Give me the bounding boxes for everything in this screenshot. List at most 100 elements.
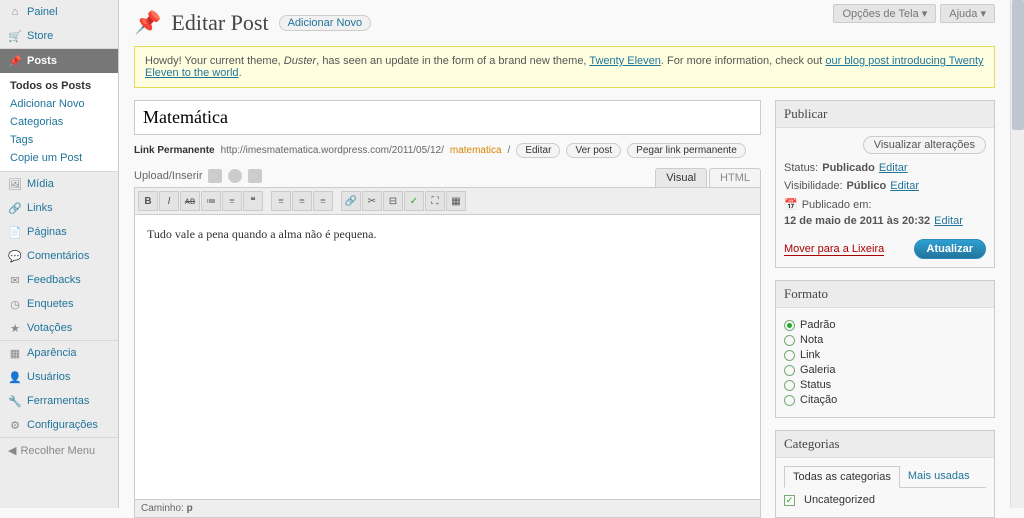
italic-button[interactable]: I <box>159 191 179 211</box>
sidebar-item-aparencia[interactable]: ▦ Aparência <box>0 341 118 365</box>
sidebar-item-label: Posts <box>27 55 57 67</box>
sidebar-item-label: Painel <box>27 6 58 18</box>
scrollthumb[interactable] <box>1012 0 1024 130</box>
format-option-link[interactable]: Link <box>784 349 986 361</box>
add-media-icon[interactable] <box>228 169 242 183</box>
tab-visual[interactable]: Visual <box>655 168 707 187</box>
permalink-edit-button[interactable]: Editar <box>516 143 560 158</box>
format-option-status[interactable]: Status <box>784 379 986 391</box>
update-button[interactable]: Atualizar <box>914 239 986 259</box>
numbered-list-button[interactable]: ≡ <box>222 191 242 211</box>
radio-icon[interactable] <box>784 365 795 376</box>
collapse-icon: ◀ <box>8 444 16 457</box>
sidebar-item-label: Votações <box>27 322 72 334</box>
sidebar-item-usuarios[interactable]: 👤Usuários <box>0 365 118 389</box>
view-post-button[interactable]: Ver post <box>566 143 621 158</box>
sidebar-item-posts[interactable]: 📌Posts <box>0 49 118 73</box>
sidebar-item-ferramentas[interactable]: 🔧Ferramentas <box>0 389 118 413</box>
tools-icon: 🔧 <box>8 394 22 408</box>
bullet-list-button[interactable]: ≔ <box>201 191 221 211</box>
sidebar-item-feedbacks[interactable]: ✉Feedbacks <box>0 268 118 292</box>
sidebar-item-label: Aparência <box>27 347 77 359</box>
twenty-eleven-link[interactable]: Twenty Eleven <box>589 55 661 67</box>
permalink-base: http://imesmatematica.wordpress.com/2011… <box>221 145 444 156</box>
scrollbar[interactable] <box>1010 0 1024 508</box>
publish-metabox: Publicar Visualizar alterações Status: P… <box>775 100 995 268</box>
submenu-categories[interactable]: Categorias <box>0 113 118 131</box>
upload-insert-row: Upload/Inserir <box>134 169 262 183</box>
add-new-button[interactable]: Adicionar Novo <box>279 15 372 31</box>
format-option-padrão[interactable]: Padrão <box>784 319 986 331</box>
tab-most-used[interactable]: Mais usadas <box>900 466 978 487</box>
sidebar-item-midia[interactable]: 🖼Mídia <box>0 172 118 196</box>
feedback-icon: ✉ <box>8 273 22 287</box>
edit-date-link[interactable]: Editar <box>934 215 963 227</box>
sidebar-item-painel[interactable]: ⌂ Painel <box>0 0 118 24</box>
checkbox-icon[interactable]: ✓ <box>784 495 795 506</box>
submenu-add-new[interactable]: Adicionar Novo <box>0 95 118 113</box>
tab-all-categories[interactable]: Todas as categorias <box>784 466 900 488</box>
kitchensink-button[interactable]: ▦ <box>446 191 466 211</box>
appearance-icon: ▦ <box>8 346 22 360</box>
sidebar-item-votacoes[interactable]: ★Votações <box>0 316 118 340</box>
radio-icon[interactable] <box>784 395 795 406</box>
sidebar-item-comentarios[interactable]: 💬Comentários <box>0 244 118 268</box>
post-title-input[interactable] <box>134 100 761 135</box>
format-option-nota[interactable]: Nota <box>784 334 986 346</box>
edit-status-link[interactable]: Editar <box>879 162 908 174</box>
help-toggle[interactable]: Ajuda ▾ <box>940 4 995 23</box>
sidebar-item-enquetes[interactable]: ◷ Enquetes <box>0 292 118 316</box>
sidebar-item-label: Links <box>27 202 53 214</box>
calendar-icon: 📅 <box>784 198 798 211</box>
align-left-button[interactable]: ≡ <box>271 191 291 211</box>
sidebar-item-store[interactable]: 🛒Store <box>0 24 118 48</box>
align-center-button[interactable]: ≡ <box>292 191 312 211</box>
format-option-citação[interactable]: Citação <box>784 394 986 406</box>
home-icon: ⌂ <box>8 5 22 19</box>
editor-tabs: Visual HTML <box>653 168 761 187</box>
poll-icon: ◷ <box>8 297 22 311</box>
sidebar-item-paginas[interactable]: 📄Páginas <box>0 220 118 244</box>
radio-icon[interactable] <box>784 320 795 331</box>
add-image-icon[interactable] <box>208 169 222 183</box>
sidebar-item-label: Enquetes <box>27 298 73 310</box>
sidebar-item-links[interactable]: 🔗Links <box>0 196 118 220</box>
post-content-editor[interactable]: Tudo vale a pena quando a alma não é peq… <box>134 215 761 500</box>
page-title: Editar Post <box>171 10 268 36</box>
spellcheck-button[interactable]: ✓ <box>404 191 424 211</box>
more-button[interactable]: ⊟ <box>383 191 403 211</box>
sidebar-item-configuracoes[interactable]: ⚙Configurações <box>0 413 118 437</box>
radio-icon[interactable] <box>784 335 795 346</box>
preview-changes-button[interactable]: Visualizar alterações <box>863 136 986 154</box>
editor-path: Caminho: p <box>134 500 761 518</box>
format-metabox: Formato PadrãoNotaLinkGaleriaStatusCitaç… <box>775 280 995 418</box>
bold-button[interactable]: B <box>138 191 158 211</box>
submenu-tags[interactable]: Tags <box>0 131 118 149</box>
media-icon: 🖼 <box>8 177 22 191</box>
link-button[interactable]: 🔗 <box>341 191 361 211</box>
editor-toolbar: B I ᴀʙ ≔ ≡ ❝ ≡ ≡ ≡ 🔗 ✂ ⊟ ✓ ⛶ ▦ <box>134 187 761 215</box>
edit-visibility-link[interactable]: Editar <box>890 180 919 192</box>
admin-sidebar: ⌂ Painel 🛒Store 📌Posts Todos os Posts Adi… <box>0 0 119 508</box>
align-right-button[interactable]: ≡ <box>313 191 333 211</box>
blockquote-button[interactable]: ❝ <box>243 191 263 211</box>
sidebar-item-label: Configurações <box>27 419 98 431</box>
radio-icon[interactable] <box>784 350 795 361</box>
category-item[interactable]: ✓Uncategorized <box>784 494 986 506</box>
format-option-galeria[interactable]: Galeria <box>784 364 986 376</box>
tab-html[interactable]: HTML <box>709 168 761 187</box>
permalink-row: Link Permanente http://imesmatematica.wo… <box>134 143 761 158</box>
submenu-all-posts[interactable]: Todos os Posts <box>0 77 118 95</box>
radio-icon[interactable] <box>784 380 795 391</box>
update-notice: Howdy! Your current theme, Duster, has s… <box>134 46 995 88</box>
collapse-menu[interactable]: ◀Recolher Menu <box>0 438 118 463</box>
screen-options-toggle[interactable]: Opções de Tela ▾ <box>833 4 936 23</box>
pushpin-icon: 📌 <box>134 10 161 36</box>
submenu-copy-post[interactable]: Copie um Post <box>0 149 118 167</box>
unlink-button[interactable]: ✂ <box>362 191 382 211</box>
add-audio-icon[interactable] <box>248 169 262 183</box>
fullscreen-button[interactable]: ⛶ <box>425 191 445 211</box>
get-permalink-button[interactable]: Pegar link permanente <box>627 143 746 158</box>
move-to-trash-link[interactable]: Mover para a Lixeira <box>784 243 884 256</box>
strike-button[interactable]: ᴀʙ <box>180 191 200 211</box>
